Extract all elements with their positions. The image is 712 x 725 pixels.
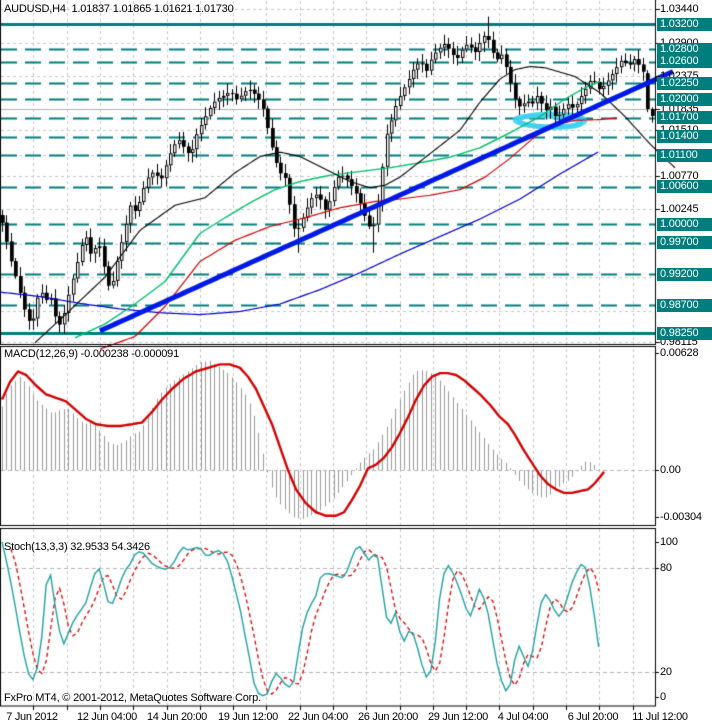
price-level-badge: 1.01700	[657, 111, 712, 125]
price-level-badge: 1.00000	[657, 217, 712, 231]
stoch-axis-tick: 0	[660, 691, 666, 703]
time-axis-label: 4 Jul 04:00	[497, 711, 549, 723]
stoch-indicator-label: Stoch(13,3,3) 32.9533 54.3426	[4, 541, 150, 553]
chart-title: AUDUSD,H4 1.01837 1.01865 1.01621 1.0173…	[4, 3, 234, 15]
mt4-chart-window: AUDUSD,H4 1.01837 1.01865 1.01621 1.0173…	[0, 0, 712, 725]
time-axis-label: 19 Jun 12:00	[217, 711, 279, 723]
time-axis-label: 11 Jul 12:00	[632, 711, 688, 723]
price-level-badge: 0.99200	[657, 267, 712, 281]
price-level-badge: 0.99700	[657, 236, 712, 250]
price-level-badge: 1.00600	[657, 180, 712, 193]
time-axis-label: 12 Jun 04:00	[76, 711, 138, 723]
price-level-badge: 1.02000	[657, 92, 712, 106]
macd-axis-tick: 0.00628	[660, 347, 699, 359]
time-axis-label: 26 Jun 20:00	[357, 711, 419, 723]
stoch-axis-tick: 20	[660, 666, 672, 678]
copyright-text: FxPro MT4, © 2001-2012, MetaQuotes Softw…	[4, 692, 261, 704]
price-level-badge: 1.01400	[657, 130, 712, 143]
price-level-badge: 1.02800	[657, 42, 712, 56]
chart-canvas[interactable]	[0, 0, 712, 725]
price-level-badge: 1.02600	[657, 55, 712, 68]
price-level-badge: 0.98700	[657, 298, 712, 312]
stoch-axis-tick: 80	[660, 562, 672, 574]
time-axis-label: 22 Jun 04:00	[287, 711, 349, 723]
price-axis-tick: 1.03440	[660, 3, 699, 15]
price-level-badge: 0.98250	[657, 326, 712, 340]
price-axis-tick: 1.00245	[660, 202, 699, 215]
time-axis-label: 14 Jun 20:00	[146, 711, 208, 723]
macd-indicator-label: MACD(12,26,9) -0.000238 -0.000091	[4, 348, 180, 360]
macd-axis-tick: 0.00	[660, 464, 681, 476]
time-axis-label: 29 Jun 12:00	[427, 711, 489, 723]
stoch-axis-tick: 100	[660, 536, 678, 548]
time-axis-label: 6 Jul 20:00	[567, 711, 619, 723]
price-level-badge: 1.02250	[657, 76, 712, 90]
price-level-badge: 1.01100	[657, 148, 712, 162]
time-axis-label: 7 Jun 2012	[6, 711, 58, 723]
price-level-badge: 1.03200	[657, 17, 712, 31]
macd-axis-tick: -0.00304	[660, 511, 702, 523]
